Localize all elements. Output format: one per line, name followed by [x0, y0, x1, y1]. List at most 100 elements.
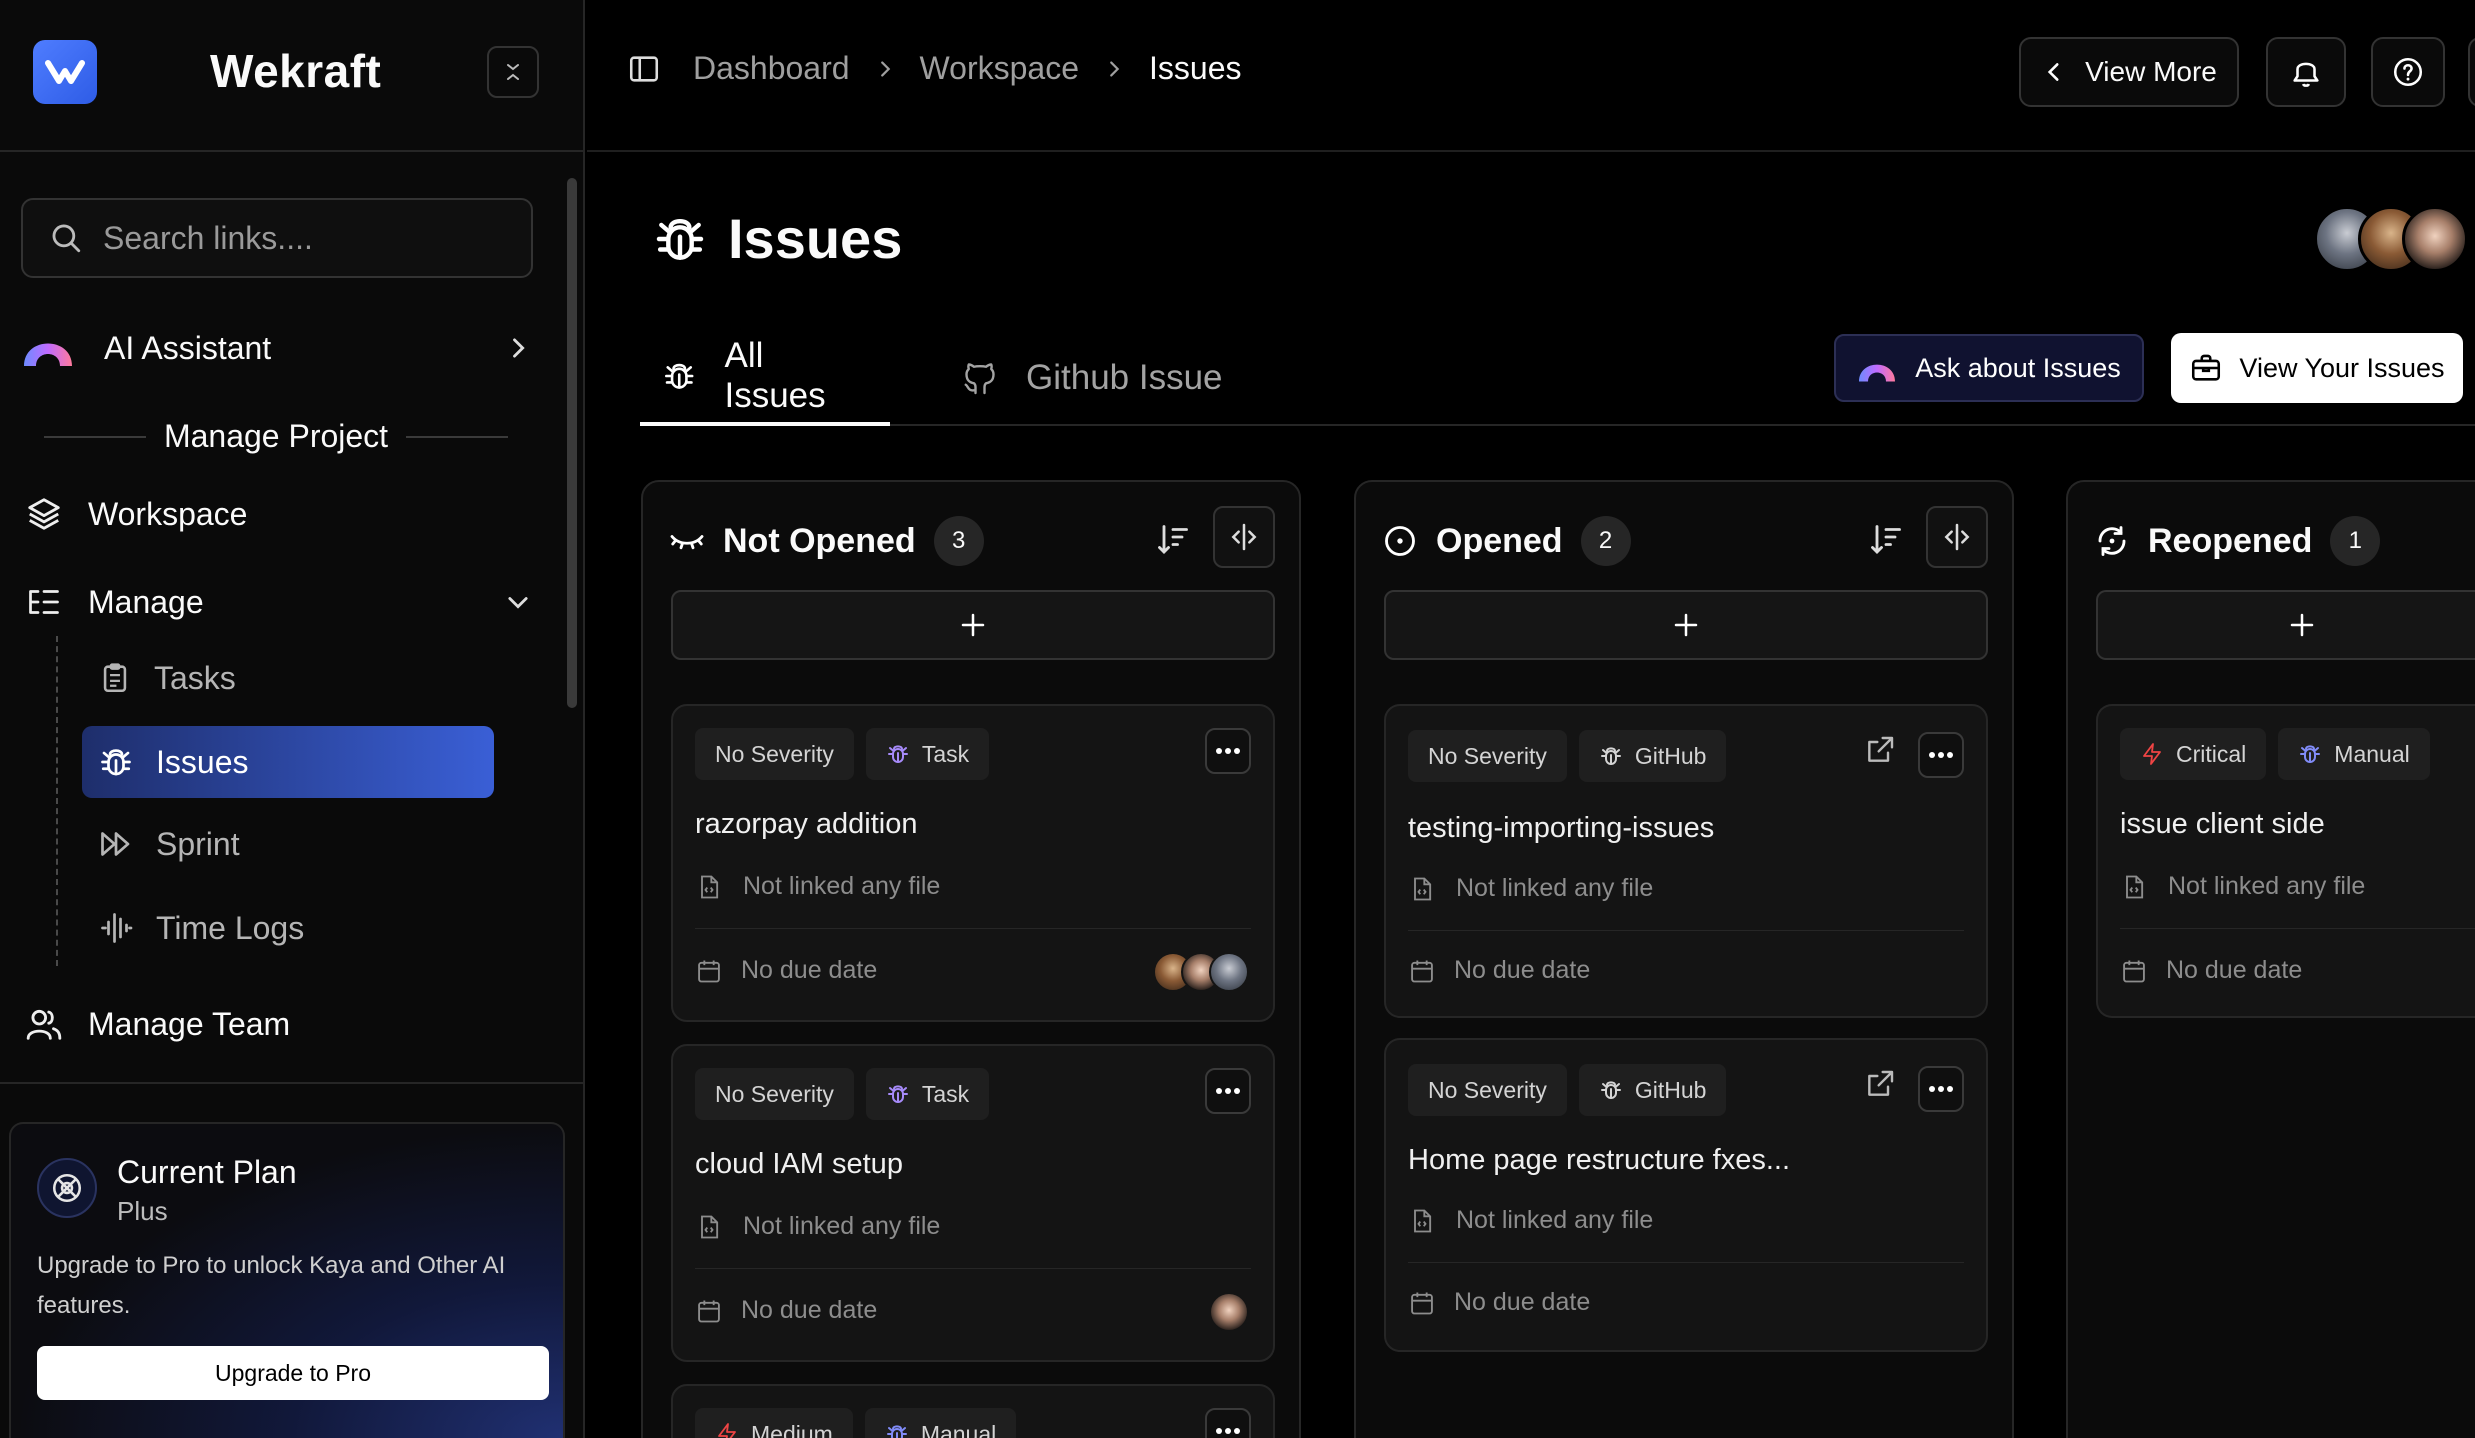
sidebar-item-issues[interactable]: Issues: [82, 726, 494, 798]
sidebar-item-manage-team[interactable]: Manage Team: [24, 1004, 290, 1044]
issue-card[interactable]: No Severity Task cloud IAM setup Not lin…: [671, 1044, 1275, 1362]
sidebar-item-tasks[interactable]: Tasks: [82, 642, 494, 714]
issue-due: No due date: [1408, 1288, 1590, 1317]
file-code-icon: [701, 1215, 719, 1238]
issue-card[interactable]: No Severity GitHub testing-importing-iss…: [1384, 704, 1988, 1018]
brand-name: Wekraft: [210, 45, 382, 97]
help-button[interactable]: [2371, 37, 2445, 107]
bug-icon: [656, 218, 704, 260]
collapse-column-button[interactable]: [1926, 506, 1988, 568]
clipboard-icon: [103, 663, 127, 693]
ai-assistant-item[interactable]: AI Assistant: [22, 322, 532, 374]
card-more-button[interactable]: [1918, 1066, 1964, 1112]
issue-card[interactable]: Critical Manual issue client side Not li…: [2096, 704, 2475, 1018]
avatar[interactable]: [2402, 206, 2468, 272]
split-icon: [1231, 523, 1257, 551]
column-opened: Opened 2 No Severity GitHub testing-impo…: [1354, 480, 2014, 1438]
circle-dot-icon: [1385, 526, 1415, 556]
issue-card[interactable]: No Severity Task razorpay addition Not l…: [671, 704, 1275, 1022]
card-divider: [695, 1268, 1251, 1269]
assignee-avatars[interactable]: [1153, 952, 1249, 992]
search-links-box[interactable]: [21, 198, 533, 278]
severity-chip: No Severity: [695, 1068, 854, 1120]
card-divider: [1408, 1262, 1964, 1263]
audio-wave-icon: [101, 913, 133, 943]
plan-title: Current Plan: [117, 1154, 297, 1190]
issue-title: razorpay addition: [695, 808, 918, 840]
more-options-button[interactable]: [2468, 37, 2475, 107]
source-chip: Task: [865, 728, 990, 780]
breadcrumb-dashboard[interactable]: Dashboard: [693, 50, 850, 87]
sidebar-item-workspace[interactable]: Workspace: [24, 494, 247, 534]
source-chip-label: GitHub: [1634, 1076, 1707, 1103]
source-chip-label: Task: [921, 1080, 970, 1107]
card-more-button[interactable]: [1205, 1068, 1251, 1114]
plan-tier: Plus: [117, 1196, 168, 1226]
card-more-button[interactable]: [1205, 1408, 1251, 1438]
issue-title: testing-importing-issues: [1408, 812, 1715, 844]
upgrade-to-pro-button[interactable]: Upgrade to Pro: [37, 1346, 549, 1400]
column-title: Reopened: [2148, 521, 2313, 560]
column-header: Reopened 1: [2094, 516, 2381, 566]
file-code-icon: [701, 875, 719, 898]
add-issue-button[interactable]: [2096, 590, 2475, 660]
issue-due: No due date: [2120, 956, 2302, 985]
sidebar-item-time-logs[interactable]: Time Logs: [82, 892, 494, 964]
view-your-issues-button[interactable]: View Your Issues: [2171, 333, 2463, 403]
column-count: 2: [1580, 516, 1631, 566]
bug-icon: [1600, 747, 1621, 765]
notifications-button[interactable]: [2266, 37, 2346, 107]
plan-icon: [37, 1158, 97, 1218]
chevron-right-icon: [880, 60, 890, 77]
issue-chips: Critical Manual: [2120, 728, 2430, 780]
sidebar-scrollbar[interactable]: [567, 178, 577, 708]
collapse-column-button[interactable]: [1213, 506, 1275, 568]
plus-icon: [1674, 613, 1698, 637]
column-header: Not Opened 3: [669, 516, 984, 566]
ai-assistant-icon: [24, 343, 72, 366]
collapse-sidebar-button[interactable]: [487, 46, 539, 98]
tab-github-issue[interactable]: Github Issue: [940, 330, 1245, 426]
zap-icon: [718, 1423, 736, 1438]
tab-all-issues[interactable]: All Issues: [640, 330, 890, 426]
sidebar-item-sprint[interactable]: Sprint: [82, 808, 494, 880]
ask-about-issues-button[interactable]: Ask about Issues: [1834, 334, 2144, 402]
sidebar-item-manage[interactable]: Manage: [24, 582, 532, 622]
breadcrumb: Dashboard Workspace Issues: [627, 50, 1242, 87]
bug-icon: [1600, 1081, 1621, 1099]
team-avatars[interactable]: [2314, 206, 2468, 272]
assignee-avatars[interactable]: [1209, 1292, 1249, 1332]
add-issue-button[interactable]: [1384, 590, 1988, 660]
card-more-button[interactable]: [1918, 732, 1964, 778]
add-issue-button[interactable]: [671, 590, 1275, 660]
issues-label: Issues: [156, 743, 249, 780]
source-chip: GitHub: [1578, 730, 1727, 782]
issue-file-label: Not linked any file: [1456, 1206, 1654, 1234]
card-divider: [2120, 928, 2475, 929]
issue-file: Not linked any file: [695, 1212, 940, 1241]
source-chip-label: Manual: [2334, 740, 2410, 767]
view-more-label: View More: [2085, 56, 2217, 87]
plus-icon: [2290, 613, 2314, 637]
more-horizontal-icon: [1929, 752, 1953, 758]
search-links-input[interactable]: [103, 219, 523, 257]
column-title: Opened: [1436, 521, 1563, 560]
issue-card[interactable]: No Severity GitHub Home page restructure…: [1384, 1038, 1988, 1352]
workspace-label: Workspace: [88, 495, 248, 532]
bug-icon: [665, 363, 694, 389]
view-more-button[interactable]: View More: [2019, 37, 2239, 107]
chevrons-icon: [507, 64, 519, 80]
chevron-right-icon: [1110, 60, 1120, 77]
card-more-button[interactable]: [1205, 728, 1251, 774]
column-title: Not Opened: [723, 521, 916, 560]
avatar: [1209, 952, 1249, 992]
source-chip: GitHub: [1578, 1064, 1727, 1116]
ai-assistant-icon: [1859, 364, 1896, 382]
breadcrumb-workspace[interactable]: Workspace: [920, 50, 1079, 87]
wekraft-logo[interactable]: [33, 40, 97, 104]
issue-card[interactable]: Medium Manual: [671, 1384, 1275, 1438]
calendar-icon: [2123, 960, 2145, 982]
view-your-issues-label: View Your Issues: [2239, 352, 2445, 383]
plan-description: Upgrade to Pro to unlock Kaya and Other …: [37, 1252, 506, 1319]
manage-project-heading: Manage Project: [44, 418, 508, 455]
